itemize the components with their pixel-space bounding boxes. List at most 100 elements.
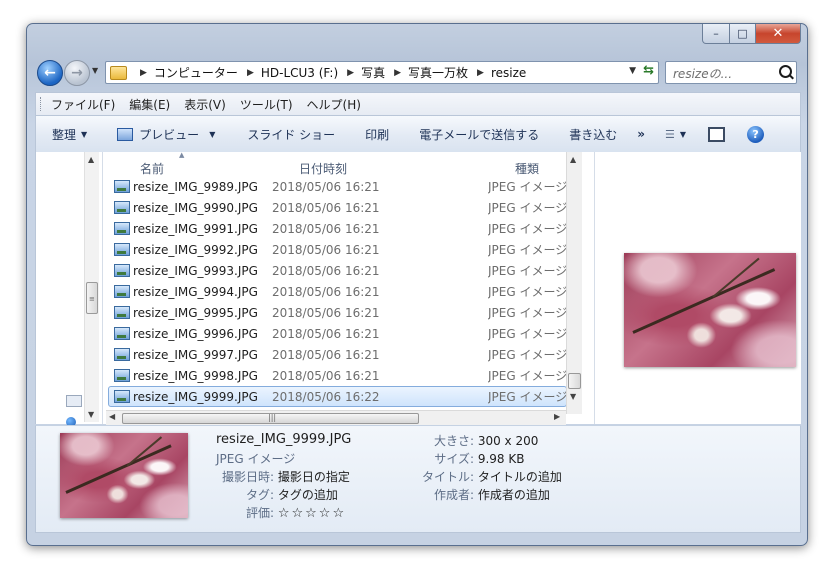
email-button[interactable]: 電子メールで送信する bbox=[419, 126, 539, 143]
table-row[interactable]: resize_IMG_9997.JPG 2018/05/06 16:21 JPE… bbox=[109, 344, 567, 365]
detail-author: 作成者: 作成者の追加 bbox=[396, 486, 550, 503]
scroll-down-icon[interactable]: ▼ bbox=[88, 410, 94, 419]
chevron-down-icon: ▼ bbox=[81, 129, 88, 139]
computer-icon[interactable] bbox=[66, 395, 82, 407]
preview-image bbox=[624, 253, 796, 367]
content-area: ▲ ≡ ▼ ▲ 名前 日付時刻 種類 resize_IMG_9989.JPG 2… bbox=[35, 151, 801, 427]
breadcrumb-separator-icon[interactable]: ▶ bbox=[477, 68, 484, 78]
explorer-window: – □ ✕ ← → ▼ ▶ コンピューター ▶ HD-LCU3 (F:) ▶ 写… bbox=[26, 23, 808, 546]
refresh-icon[interactable]: ⇆ bbox=[643, 63, 654, 78]
table-row-selected[interactable]: resize_IMG_9999.JPG 2018/05/06 16:22 JPE… bbox=[108, 386, 567, 407]
horizontal-scroll-thumb[interactable]: ||| bbox=[122, 413, 419, 424]
maximize-button[interactable]: □ bbox=[730, 24, 756, 44]
detail-shot-date: 撮影日時: 撮影日の指定 bbox=[196, 468, 350, 485]
search-box[interactable]: resizeの... bbox=[665, 61, 797, 84]
chevron-down-icon: ▼ bbox=[209, 129, 216, 139]
breadcrumb-drive[interactable]: HD-LCU3 (F:) bbox=[261, 66, 338, 80]
breadcrumb-separator-icon[interactable]: ▶ bbox=[394, 68, 401, 78]
print-button[interactable]: 印刷 bbox=[365, 126, 389, 143]
preview-button[interactable]: プレビュー ▼ bbox=[117, 126, 215, 143]
menu-tools[interactable]: ツール(T) bbox=[240, 96, 293, 113]
breadcrumb-photos[interactable]: 写真 bbox=[361, 64, 385, 81]
table-row[interactable]: resize_IMG_9998.JPG 2018/05/06 16:21 JPE… bbox=[109, 365, 567, 386]
file-list-vertical-scrollbar[interactable]: ▲ ▼ bbox=[566, 152, 582, 414]
slideshow-button[interactable]: スライド ショー bbox=[247, 126, 335, 143]
scroll-left-icon[interactable]: ◀ bbox=[109, 412, 115, 421]
table-row[interactable]: resize_IMG_9990.JPG 2018/05/06 16:21 JPE… bbox=[109, 197, 567, 218]
preview-label: プレビュー bbox=[139, 127, 200, 142]
rating-stars[interactable]: ☆☆☆☆☆ bbox=[278, 506, 346, 521]
search-icon[interactable] bbox=[779, 65, 792, 78]
menu-bar: ファイル(F) 編集(E) 表示(V) ツール(T) ヘルプ(H) bbox=[35, 92, 801, 115]
preview-icon bbox=[117, 127, 134, 141]
sort-ascending-icon: ▲ bbox=[179, 151, 185, 159]
detail-label: 大きさ: bbox=[433, 434, 474, 448]
table-row[interactable]: resize_IMG_9996.JPG 2018/05/06 16:21 JPE… bbox=[109, 323, 567, 344]
view-details-icon: ☰ bbox=[664, 127, 675, 141]
detail-label: タグ: bbox=[245, 488, 274, 502]
breadcrumb-separator-icon[interactable]: ▶ bbox=[140, 68, 147, 78]
column-header-name[interactable]: 名前 bbox=[140, 160, 164, 177]
file-name: resize_IMG_9996.JPG bbox=[133, 326, 258, 341]
column-header-type[interactable]: 種類 bbox=[515, 160, 539, 177]
file-list-horizontal-scrollbar[interactable]: ◀ ||| ▶ bbox=[106, 410, 566, 425]
file-name: resize_IMG_9997.JPG bbox=[133, 347, 258, 362]
breadcrumb-separator-icon[interactable]: ▶ bbox=[347, 68, 354, 78]
breadcrumb-computer[interactable]: コンピューター bbox=[154, 64, 238, 81]
back-button[interactable]: ← bbox=[37, 60, 63, 86]
detail-rating: 評価: ☆☆☆☆☆ bbox=[196, 504, 346, 521]
vertical-scroll-thumb[interactable] bbox=[568, 373, 581, 389]
more-commands-button[interactable]: » bbox=[637, 127, 645, 141]
breadcrumb-separator-icon[interactable]: ▶ bbox=[247, 68, 254, 78]
scroll-down-icon[interactable]: ▼ bbox=[570, 392, 576, 401]
menu-view[interactable]: 表示(V) bbox=[184, 96, 226, 113]
search-input[interactable]: resizeの... bbox=[673, 65, 732, 82]
preview-pane-button[interactable] bbox=[708, 126, 726, 142]
address-history-dropdown-icon[interactable]: ▼ bbox=[629, 66, 636, 76]
preview-pane bbox=[594, 152, 801, 424]
change-view-button[interactable]: ☰ ▼ bbox=[665, 128, 686, 141]
detail-label: サイズ: bbox=[434, 452, 474, 466]
title-field[interactable]: タイトルの追加 bbox=[478, 470, 562, 484]
minimize-button[interactable]: – bbox=[702, 24, 730, 44]
file-name: resize_IMG_9998.JPG bbox=[133, 368, 258, 383]
shot-date-field[interactable]: 撮影日の指定 bbox=[278, 470, 350, 484]
scroll-right-icon[interactable]: ▶ bbox=[554, 412, 560, 421]
scroll-up-icon[interactable]: ▲ bbox=[570, 155, 576, 164]
menu-help[interactable]: ヘルプ(H) bbox=[307, 96, 361, 113]
author-field[interactable]: 作成者の追加 bbox=[478, 488, 550, 502]
file-date: 2018/05/06 16:22 bbox=[272, 389, 380, 404]
nav-pane-scrollbar[interactable]: ▲ ≡ ▼ bbox=[84, 152, 99, 422]
jpeg-file-icon bbox=[114, 348, 130, 361]
table-row[interactable]: resize_IMG_9994.JPG 2018/05/06 16:21 JPE… bbox=[109, 281, 567, 302]
nav-pane-scroll-thumb[interactable]: ≡ bbox=[86, 282, 98, 314]
detail-dimensions: 大きさ: 300 x 200 bbox=[396, 432, 538, 449]
menu-edit[interactable]: 編集(E) bbox=[129, 96, 170, 113]
grip-icon: ≡ bbox=[89, 295, 95, 303]
breadcrumb-resize[interactable]: resize bbox=[491, 66, 526, 80]
jpeg-file-icon bbox=[114, 222, 130, 235]
help-button[interactable]: ? bbox=[747, 125, 765, 143]
forward-button[interactable]: → bbox=[64, 60, 90, 86]
menu-file[interactable]: ファイル(F) bbox=[51, 96, 115, 113]
breadcrumb-photos-10000[interactable]: 写真一万枚 bbox=[408, 64, 468, 81]
close-button[interactable]: ✕ bbox=[756, 24, 801, 44]
address-bar[interactable]: ▶ コンピューター ▶ HD-LCU3 (F:) ▶ 写真 ▶ 写真一万枚 ▶ … bbox=[105, 61, 659, 84]
table-row[interactable]: resize_IMG_9995.JPG 2018/05/06 16:21 JPE… bbox=[109, 302, 567, 323]
caption-buttons: – □ ✕ bbox=[702, 24, 801, 45]
table-row[interactable]: resize_IMG_9993.JPG 2018/05/06 16:21 JPE… bbox=[109, 260, 567, 281]
scroll-up-icon[interactable]: ▲ bbox=[88, 155, 94, 164]
column-header-date[interactable]: 日付時刻 bbox=[299, 160, 347, 177]
table-row[interactable]: resize_IMG_9992.JPG 2018/05/06 16:21 JPE… bbox=[109, 239, 567, 260]
file-type: JPEG イメージ bbox=[488, 327, 568, 341]
burn-button[interactable]: 書き込む bbox=[569, 126, 617, 143]
table-row[interactable]: resize_IMG_9991.JPG 2018/05/06 16:21 JPE… bbox=[109, 218, 567, 239]
detail-size: サイズ: 9.98 KB bbox=[396, 450, 524, 467]
organize-button[interactable]: 整理 ▼ bbox=[52, 126, 87, 143]
menu-grip bbox=[40, 97, 43, 111]
tags-field[interactable]: タグの追加 bbox=[278, 488, 338, 502]
jpeg-file-icon bbox=[114, 285, 130, 298]
jpeg-file-icon bbox=[114, 243, 130, 256]
recent-pages-dropdown-icon[interactable]: ▼ bbox=[92, 66, 98, 75]
table-row[interactable]: resize_IMG_9989.JPG 2018/05/06 16:21 JPE… bbox=[109, 176, 567, 197]
